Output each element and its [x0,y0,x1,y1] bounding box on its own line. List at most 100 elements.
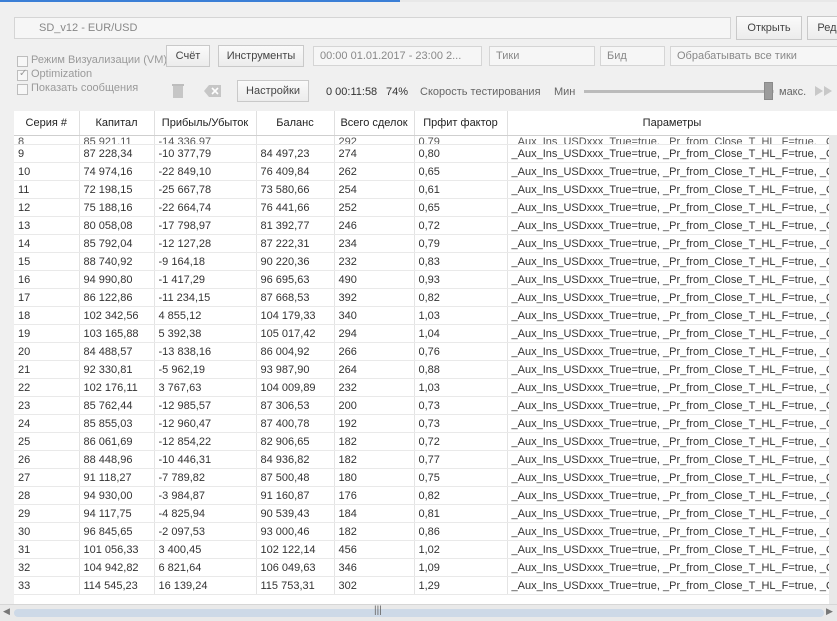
settings-button[interactable]: Настройки [237,80,309,102]
cell-series: 13 [14,216,80,235]
cell-series: 27 [14,468,80,487]
cell-profit-factor: 0,82 [414,288,508,307]
process-ticks-field[interactable]: Обрабатывать все тики [670,46,837,66]
cell-total-trades: 182 [334,432,415,451]
account-button[interactable]: Счёт [166,45,210,67]
delete-icon[interactable] [171,83,185,99]
cell-series: 33 [14,576,80,595]
cell-balance: 87 400,78 [256,414,335,433]
column-header-capital[interactable]: Капитал [79,111,155,136]
table-row[interactable]: 22 102 176,11 3 767,63 104 009,89 232 1,03 _Au… [14,378,837,397]
speed-slider-thumb[interactable] [764,82,773,100]
ticks-field[interactable]: Тики [489,46,595,66]
horizontal-scrollbar-thumb[interactable] [14,609,824,617]
bid-field[interactable]: Бид [600,46,665,66]
clear-icon[interactable] [204,84,222,98]
cell-series: 31 [14,540,80,559]
cell-profit-loss: -9 164,18 [154,252,257,271]
show-messages-checkbox[interactable] [17,84,28,95]
scroll-left-icon[interactable]: ◀ [3,606,10,617]
table-row[interactable]: 24 85 855,03 -12 960,47 87 400,78 192 0,73 _Au… [14,414,837,433]
table-row[interactable]: 11 72 198,15 -25 667,78 73 580,66 254 0,61 _Au… [14,180,837,199]
cell-series: 18 [14,306,80,325]
column-header-profit-factor[interactable]: Прфит фактор [414,111,508,136]
visual-mode-checkbox[interactable] [17,56,28,67]
table-row[interactable]: 25 86 061,69 -12 854,22 82 906,65 182 0,72 _Au… [14,432,837,451]
cell-balance: 84 497,23 [256,144,335,163]
table-row[interactable]: 30 96 845,65 -2 097,53 93 000,46 182 0,86 _Aux… [14,522,837,541]
cell-profit-loss: -22 664,74 [154,198,257,217]
elapsed-time: 0 00:11:58 [326,86,378,98]
cell-profit-loss: -12 854,22 [154,432,257,451]
cell-profit-loss: -25 667,78 [154,180,257,199]
table-row[interactable]: 33 114 545,23 16 139,24 115 753,31 302 1,29 _A… [14,576,837,595]
open-button[interactable]: Открыть [736,16,802,40]
horizontal-scrollbar[interactable]: ◀ ||| ▶ [0,604,837,621]
cell-parameters: _Aux_Ins_USDxxx_True=true, _Pr_from_Clos… [507,288,837,307]
speed-min-label: Мин [554,86,576,98]
cell-profit-factor: 0,73 [414,396,508,415]
cell-profit-loss: 5 392,38 [154,324,257,343]
cell-capital: 85 855,03 [79,414,155,433]
table-row[interactable]: 27 91 118,27 -7 789,82 87 500,48 180 0,75 _Aux… [14,468,837,487]
cell-capital: 72 198,15 [79,180,155,199]
cell-profit-loss: -5 962,19 [154,360,257,379]
optimization-label: Optimization [31,68,93,80]
table-row[interactable]: 9 87 228,34 -10 377,79 84 497,23 274 0,80 _Aux… [14,144,837,163]
cell-profit-factor: 0,73 [414,414,508,433]
table-row[interactable]: 31 101 056,33 3 400,45 102 122,14 456 1,02 _Au… [14,540,837,559]
cell-balance: 87 668,53 [256,288,335,307]
cell-parameters: _Aux_Ins_USDxxx_True=true, _Pr_from_Clos… [507,324,837,343]
table-row[interactable]: 28 94 930,00 -3 984,87 91 160,87 176 0,82 _Aux… [14,486,837,505]
cell-profit-loss: -17 798,97 [154,216,257,235]
table-row[interactable]: 15 88 740,92 -9 164,18 90 220,36 232 0,83 _Aux… [14,252,837,271]
table-row-partial[interactable]: 8 85 921,11 -14 336,97 292 0,79 _Aux_Ins… [14,135,837,145]
cell-profit-factor: 0,61 [414,180,508,199]
cell-balance: 87 306,53 [256,396,335,415]
edit-button[interactable]: Ред [807,16,837,40]
table-row[interactable]: 29 94 117,75 -4 825,94 90 539,43 184 0,81 _Aux… [14,504,837,523]
cell-total-trades: 200 [334,396,415,415]
column-header-balance[interactable]: Баланс [256,111,335,136]
cell-total-trades: 392 [334,288,415,307]
speed-label: Скорость тестирования [420,86,541,98]
cell-balance: 105 017,42 [256,324,335,343]
table-row[interactable]: 16 94 990,80 -1 417,29 96 695,63 490 0,93 _Aux… [14,270,837,289]
cell-total-trades: 182 [334,450,415,469]
cell-series: 15 [14,252,80,271]
table-row[interactable]: 23 85 762,44 -12 985,57 87 306,53 200 0,73 _Au… [14,396,837,415]
optimization-checkbox[interactable] [17,68,28,81]
table-row[interactable]: 13 80 058,08 -17 798,97 81 392,77 246 0,72 _Au… [14,216,837,235]
column-header-parameters[interactable]: Параметры [507,111,837,136]
cell-balance: 104 179,33 [256,306,335,325]
cell-series: 8 [14,135,80,145]
column-header-total-trades[interactable]: Всего сделок [334,111,415,136]
table-row[interactable]: 20 84 488,57 -13 838,16 86 004,92 266 0,76 _Au… [14,342,837,361]
table-row[interactable]: 14 85 792,04 -12 127,28 87 222,31 234 0,79 _Au… [14,234,837,253]
table-row[interactable]: 32 104 942,82 6 821,64 106 049,63 346 1,09 _Au… [14,558,837,577]
table-row[interactable]: 19 103 165,88 5 392,38 105 017,42 294 1,04 _Au… [14,324,837,343]
cell-capital: 102 176,11 [79,378,155,397]
expert-title-field[interactable]: SD_v12 - EUR/USD [14,17,731,39]
table-row[interactable]: 12 75 188,16 -22 664,74 76 441,66 252 0,65 _Au… [14,198,837,217]
instruments-button[interactable]: Инструменты [218,45,304,67]
cell-series: 22 [14,378,80,397]
cell-series: 30 [14,522,80,541]
column-header-series[interactable]: Серия # [14,111,80,136]
table-row[interactable]: 18 102 342,56 4 855,12 104 179,33 340 1,03 _Au… [14,306,837,325]
cell-profit-loss: -12 127,28 [154,234,257,253]
date-range-field[interactable]: 00:00 01.01.2017 - 23:00 2... [313,46,482,66]
speed-slider[interactable] [584,90,774,93]
column-header-profit-loss[interactable]: Прибыль/Убыток [154,111,257,136]
cell-parameters: _Aux_Ins_USDxxx_True=true, _Pr_from_Clos… [507,378,837,397]
vertical-scrollbar[interactable] [829,135,837,604]
scroll-right-icon[interactable]: ▶ [826,606,833,617]
table-row[interactable]: 17 86 122,86 -11 234,15 87 668,53 392 0,82 _Au… [14,288,837,307]
cell-capital: 88 448,96 [79,450,155,469]
table-row[interactable]: 26 88 448,96 -10 446,31 84 936,82 182 0,77 _Au… [14,450,837,469]
table-row[interactable]: 10 74 974,16 -22 849,10 76 409,84 262 0,65 _Au… [14,162,837,181]
fast-forward-icon[interactable] [814,85,834,97]
cell-balance: 90 220,36 [256,252,335,271]
cell-series: 16 [14,270,80,289]
table-row[interactable]: 21 92 330,81 -5 962,19 93 987,90 264 0,88 _Aux… [14,360,837,379]
